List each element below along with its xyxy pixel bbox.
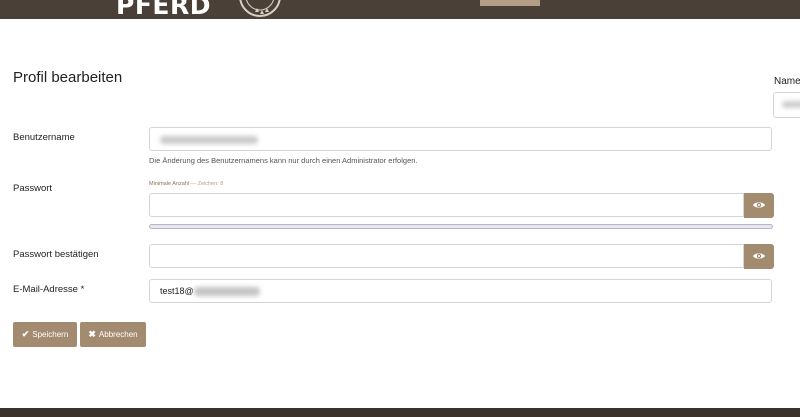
email-value: test18@ bbox=[160, 286, 194, 296]
show-password-button[interactable] bbox=[744, 193, 774, 218]
password-strength-meter bbox=[149, 224, 773, 229]
email-input[interactable]: test18@ bbox=[149, 279, 772, 303]
password-hint-count: — Zeichen: 8 bbox=[189, 181, 224, 187]
footer-bar bbox=[0, 408, 800, 417]
password-label: Passwort bbox=[13, 183, 53, 194]
brand-logo[interactable]: PFERD bbox=[116, 0, 211, 20]
username-help-text: Die Änderung des Benutzernamens kann nur… bbox=[149, 156, 418, 165]
x-icon: ✖ bbox=[88, 329, 96, 339]
badge-seal-icon bbox=[239, 0, 281, 17]
name-input[interactable] bbox=[773, 92, 800, 118]
password-confirm-input[interactable] bbox=[149, 244, 744, 268]
password-min-hint: Minimale Anzahl — Zeichen: 8 bbox=[149, 181, 223, 187]
cancel-button-label: Abbrechen bbox=[98, 330, 138, 339]
password-confirm-label: Passwort bestätigen bbox=[13, 249, 99, 260]
username-input[interactable] bbox=[149, 127, 772, 151]
cancel-button[interactable]: ✖ Abbrechen bbox=[80, 322, 146, 347]
password-input[interactable] bbox=[149, 193, 744, 217]
top-header-bar: PFERD bbox=[0, 0, 800, 20]
check-icon: ✔ bbox=[21, 329, 30, 339]
show-password-confirm-button[interactable] bbox=[744, 244, 774, 269]
eye-icon bbox=[753, 253, 765, 259]
save-button-label: Speichern bbox=[32, 330, 69, 339]
email-label: E-Mail-Adresse * bbox=[13, 284, 85, 295]
username-value-redacted bbox=[160, 136, 258, 144]
password-hint-label: Minimale Anzahl bbox=[149, 181, 190, 187]
name-label: Name bbox=[774, 76, 800, 87]
email-value-redacted bbox=[194, 287, 260, 296]
header-button[interactable] bbox=[480, 0, 540, 6]
save-button[interactable]: ✔ Speichern bbox=[13, 322, 77, 347]
username-label: Benutzername bbox=[13, 132, 75, 143]
page-title: Profil bearbeiten bbox=[13, 69, 123, 86]
eye-icon bbox=[753, 202, 765, 208]
